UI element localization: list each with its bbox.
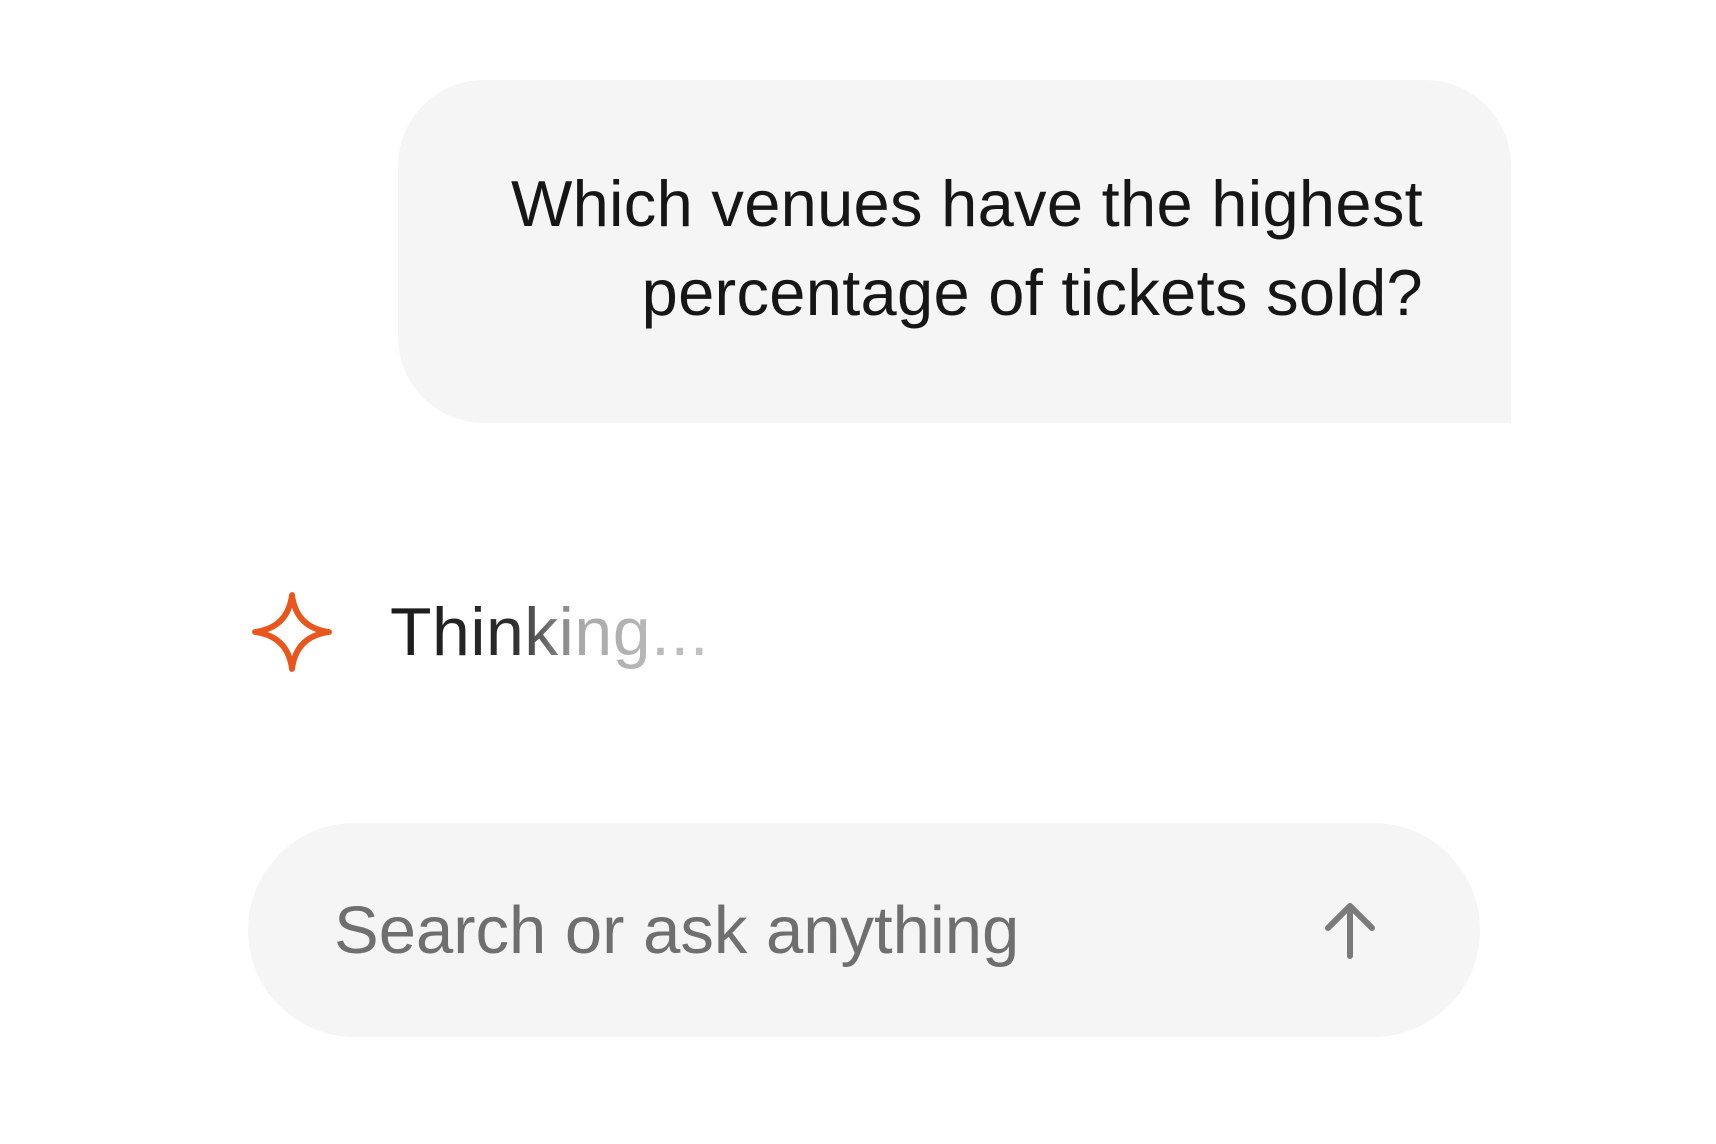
sparkle-icon — [252, 592, 332, 672]
user-message-text: Which venues have the highest percentage… — [510, 166, 1423, 329]
user-message-bubble: Which venues have the highest percentage… — [398, 80, 1511, 423]
arrow-up-icon — [1325, 903, 1375, 959]
send-button[interactable] — [1310, 890, 1390, 970]
search-input[interactable] — [334, 891, 1310, 969]
composer-bar — [248, 823, 1480, 1037]
assistant-status-row: Thinking... — [250, 592, 709, 672]
thinking-status-text: Thinking... — [390, 594, 710, 670]
